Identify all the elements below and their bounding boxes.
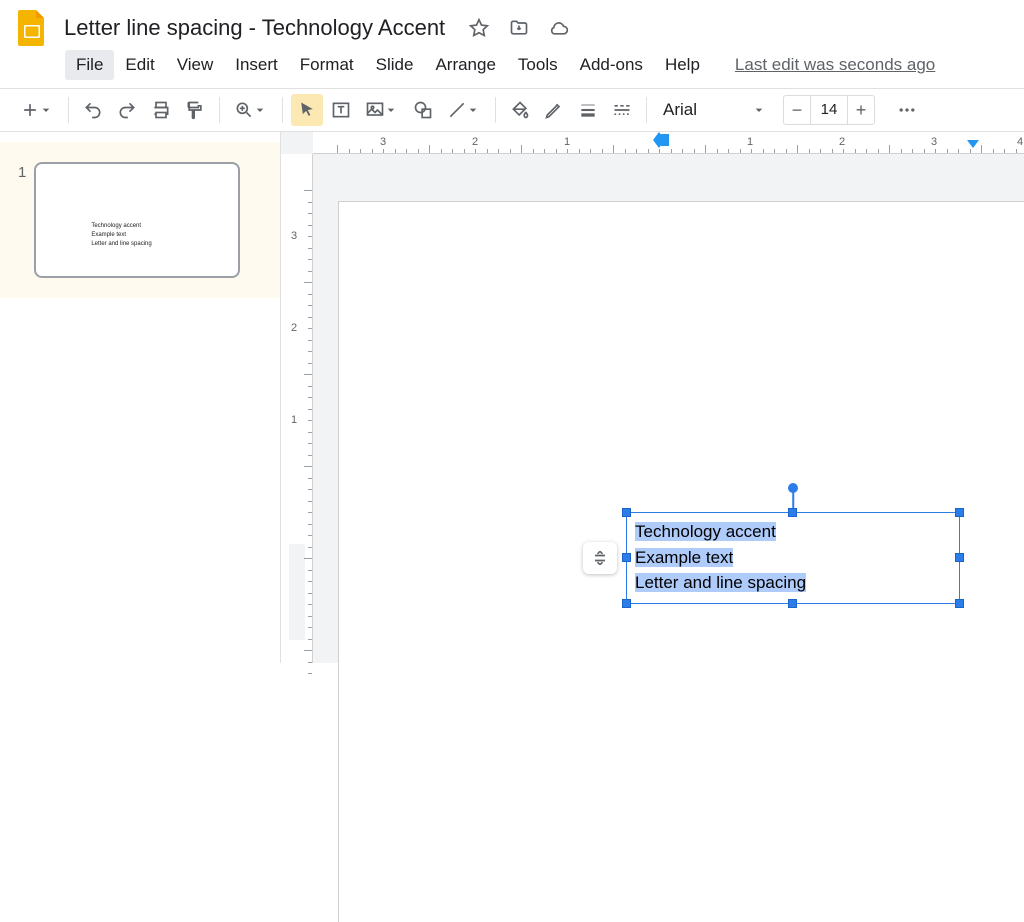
textbox-tool[interactable] (325, 94, 357, 126)
font-family-select[interactable]: Arial (655, 100, 775, 120)
ruler-h-label: 1 (564, 136, 570, 148)
textbox-v-extent (289, 544, 305, 640)
last-edit-link[interactable]: Last edit was seconds ago (735, 55, 935, 75)
border-color-button[interactable] (538, 94, 570, 126)
ruler-h-label: 3 (931, 136, 937, 148)
shape-tool[interactable] (407, 94, 439, 126)
toolbar: Arial − 14 + (0, 88, 1024, 132)
ruler-vertical[interactable]: 3 2 1 (281, 154, 313, 663)
redo-button[interactable] (111, 94, 143, 126)
font-size-value[interactable]: 14 (810, 96, 848, 124)
move-to-folder-icon[interactable] (509, 18, 529, 38)
font-size-control: − 14 + (783, 95, 875, 125)
font-family-label: Arial (663, 100, 697, 120)
selected-textbox[interactable]: Technology accent Example text Letter an… (626, 512, 960, 604)
filmstrip[interactable]: 1 Technology accent Example text Letter … (0, 132, 280, 663)
font-size-decrease[interactable]: − (784, 96, 810, 124)
slide-canvas[interactable]: Technology accent Example text Letter an… (339, 202, 1024, 922)
menu-format[interactable]: Format (289, 50, 365, 80)
select-tool[interactable] (291, 94, 323, 126)
menu-insert[interactable]: Insert (224, 50, 289, 80)
thumb-line: Technology accent (91, 222, 151, 231)
zoom-button[interactable] (228, 94, 274, 126)
menubar: File Edit View Insert Format Slide Arran… (65, 50, 711, 80)
cloud-status-icon[interactable] (549, 18, 569, 38)
resize-handle-s[interactable] (788, 599, 797, 608)
resize-handle-nw[interactable] (622, 508, 631, 517)
line-tool[interactable] (441, 94, 487, 126)
ruler-v-label: 1 (291, 414, 297, 426)
menu-help[interactable]: Help (654, 50, 711, 80)
thumb-line: Letter and line spacing (91, 240, 151, 249)
menu-tools[interactable]: Tools (507, 50, 569, 80)
slide-thumbnail[interactable]: Technology accent Example text Letter an… (34, 162, 240, 278)
paint-format-button[interactable] (179, 94, 211, 126)
ruler-h-label: 3 (380, 136, 386, 148)
slides-logo[interactable] (12, 8, 52, 48)
resize-handle-e[interactable] (955, 553, 964, 562)
slide-number: 1 (18, 164, 26, 181)
ruler-h-label: 4 (1017, 136, 1023, 148)
textbox-content[interactable]: Technology accent Example text Letter an… (627, 513, 959, 602)
textbox-line: Technology accent (635, 522, 776, 541)
ruler-horizontal[interactable]: 3 2 1 1 2 3 4 (313, 132, 1024, 154)
rotation-handle[interactable] (788, 483, 798, 493)
menu-edit[interactable]: Edit (114, 50, 165, 80)
canvas-pane[interactable]: 3 2 1 1 2 3 4 3 2 1 (280, 132, 1024, 663)
resize-handle-se[interactable] (955, 599, 964, 608)
menu-file[interactable]: File (65, 50, 114, 80)
drag-handle-icon[interactable] (583, 542, 617, 574)
textbox-line: Example text (635, 548, 733, 567)
textbox-line: Letter and line spacing (635, 573, 806, 592)
ruler-h-label: 2 (839, 136, 845, 148)
ruler-h-label: 1 (747, 136, 753, 148)
resize-handle-sw[interactable] (622, 599, 631, 608)
star-icon[interactable] (469, 18, 489, 38)
resize-handle-n[interactable] (788, 508, 797, 517)
resize-handle-ne[interactable] (955, 508, 964, 517)
ruler-v-label: 2 (291, 322, 297, 334)
textbox-left-marker[interactable] (661, 134, 669, 146)
thumb-line: Example text (91, 231, 151, 240)
menu-addons[interactable]: Add-ons (569, 50, 654, 80)
font-size-increase[interactable]: + (848, 96, 874, 124)
resize-handle-w[interactable] (622, 553, 631, 562)
menu-slide[interactable]: Slide (365, 50, 425, 80)
ruler-v-label: 3 (291, 230, 297, 242)
new-slide-button[interactable] (14, 94, 60, 126)
undo-button[interactable] (77, 94, 109, 126)
print-button[interactable] (145, 94, 177, 126)
more-toolbar-button[interactable] (891, 94, 923, 126)
image-tool[interactable] (359, 94, 405, 126)
border-weight-button[interactable] (572, 94, 604, 126)
menu-view[interactable]: View (166, 50, 225, 80)
border-dash-button[interactable] (606, 94, 638, 126)
ruler-h-label: 2 (472, 136, 478, 148)
menu-arrange[interactable]: Arrange (424, 50, 506, 80)
document-title[interactable]: Letter line spacing - Technology Accent (64, 15, 445, 41)
fill-color-button[interactable] (504, 94, 536, 126)
indent-right-marker[interactable] (967, 140, 979, 148)
